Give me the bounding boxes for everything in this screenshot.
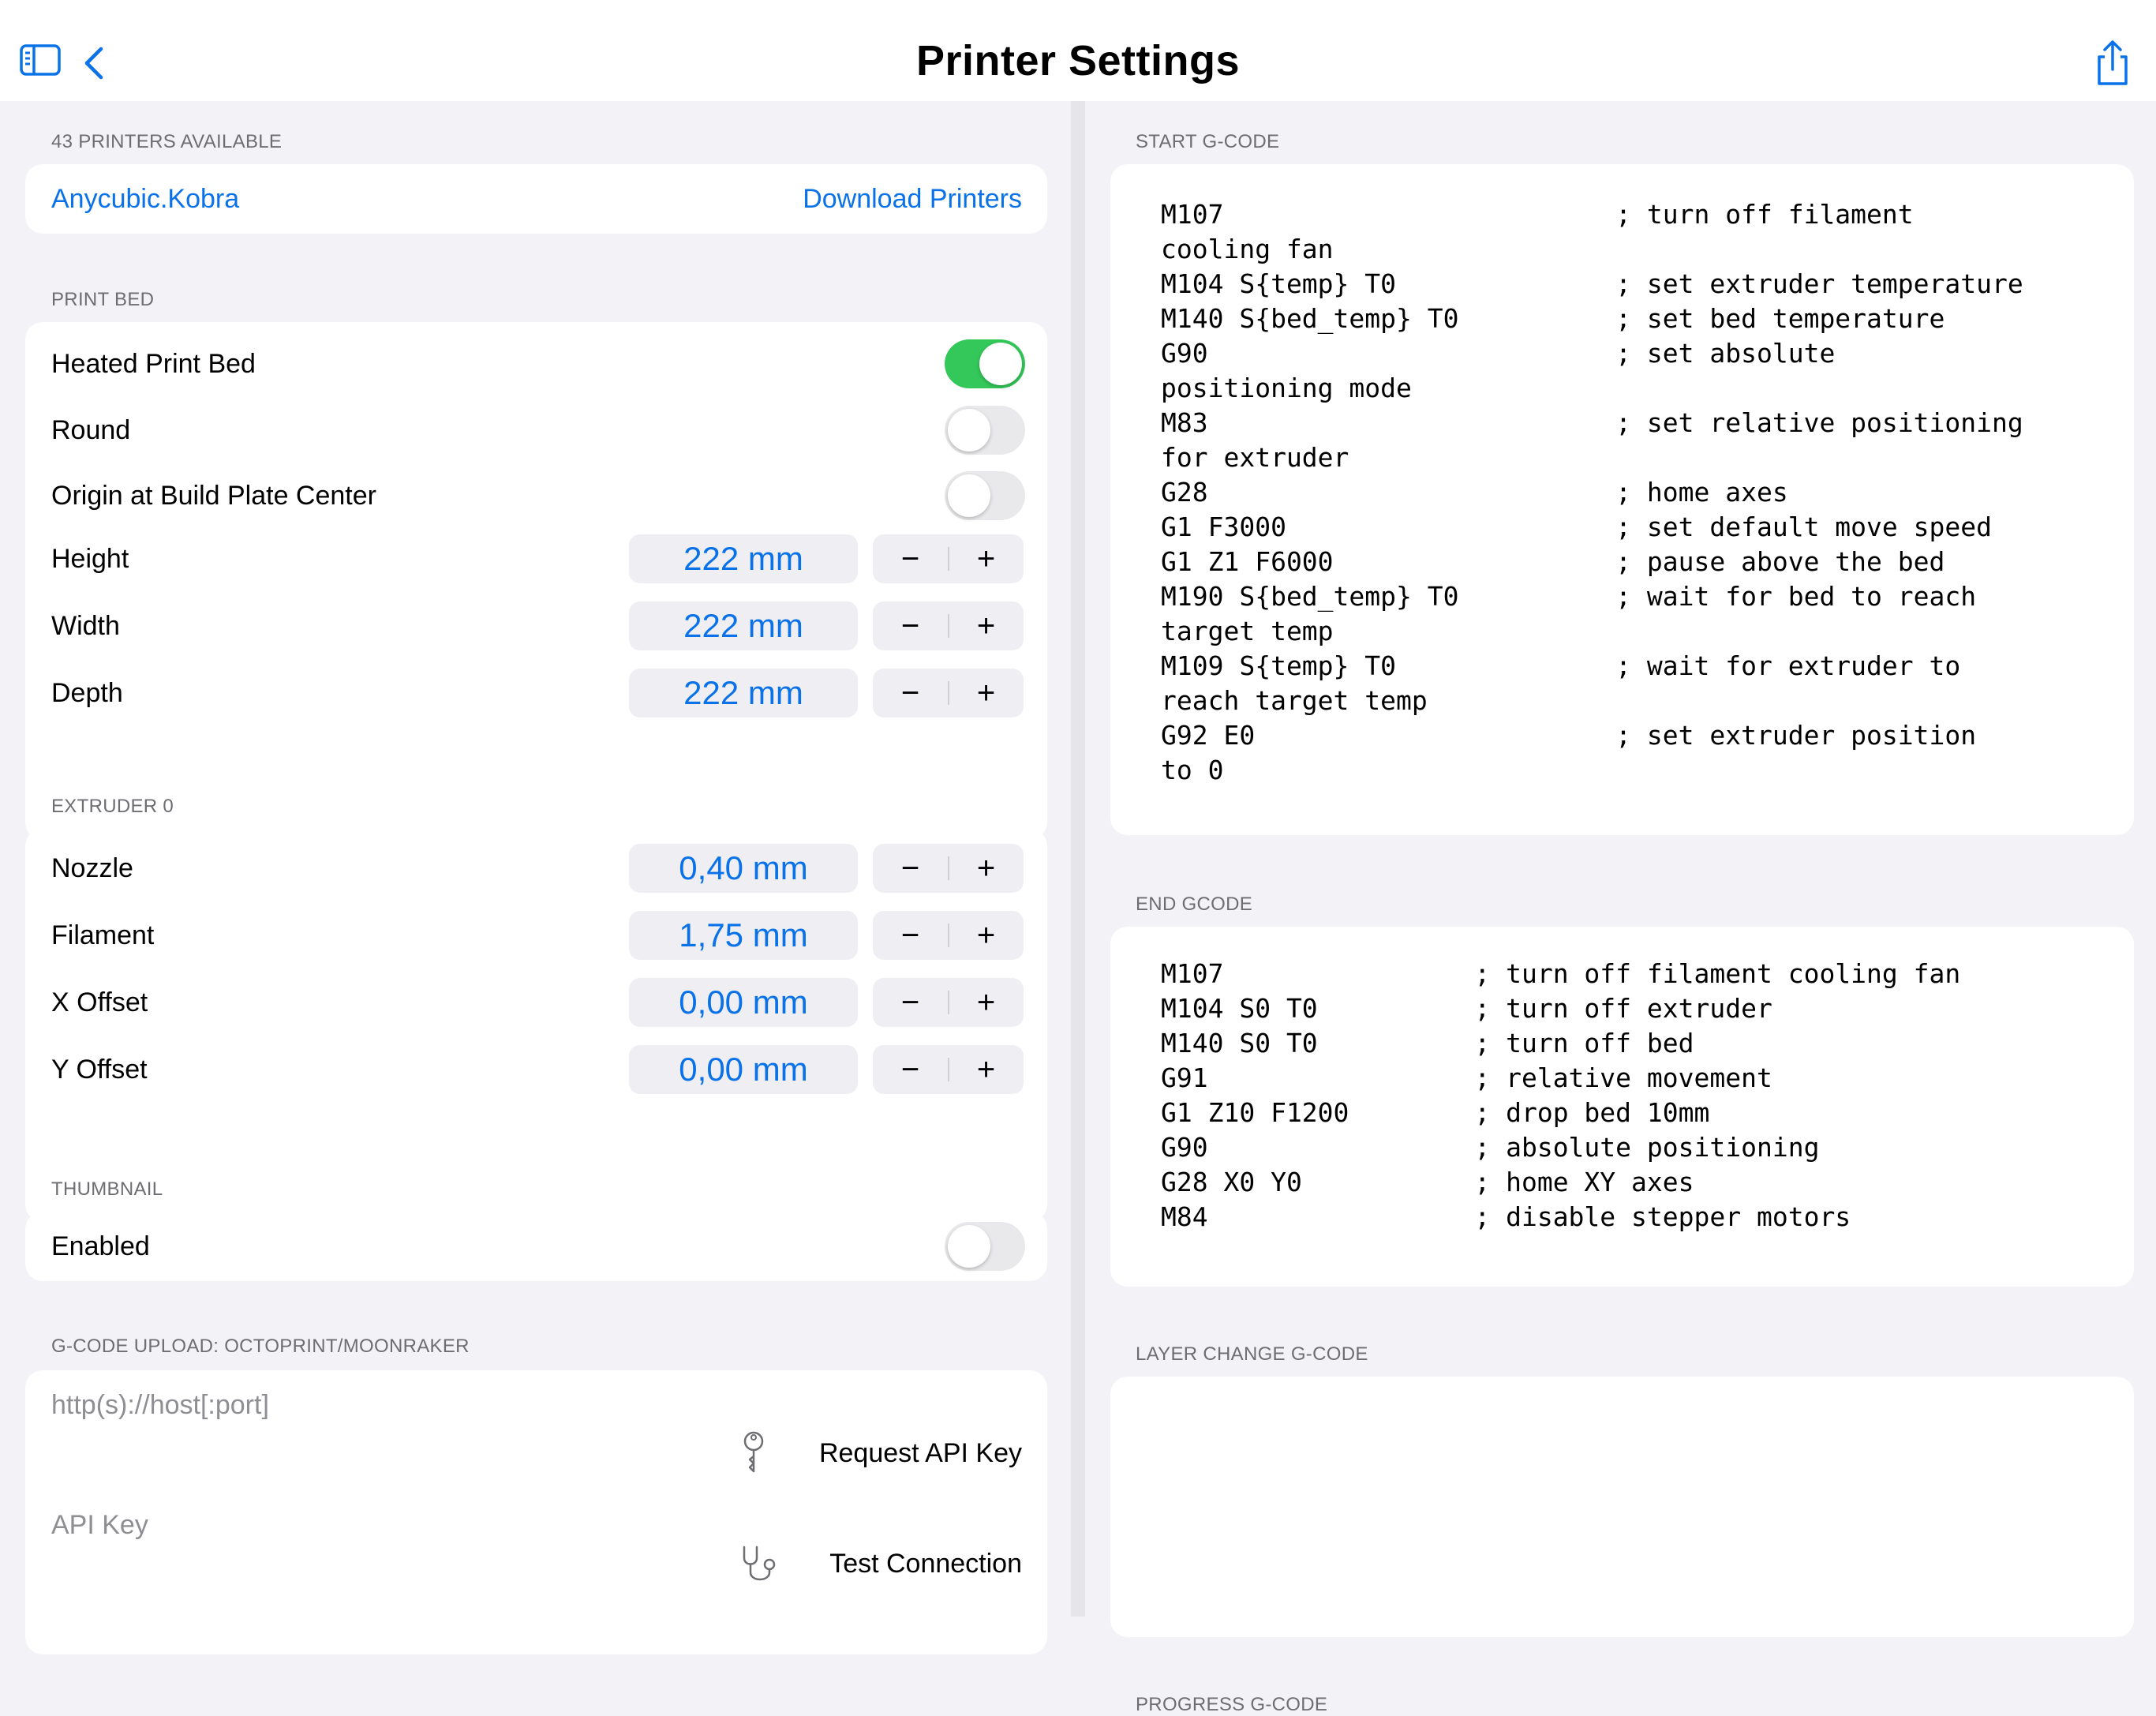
upload-card: http(s)://host[:port] Request API Key AP…	[25, 1370, 1047, 1654]
filament-row: Filament 1,75 mm − +	[25, 904, 1047, 967]
width-row: Width 222 mm − +	[25, 594, 1047, 658]
key-icon	[738, 1429, 769, 1482]
x-offset-decrement-button[interactable]: −	[873, 978, 948, 1027]
heated-print-bed-row: Heated Print Bed	[25, 332, 1047, 395]
thumbnail-card: Enabled	[25, 1212, 1047, 1281]
stethoscope-icon	[738, 1542, 785, 1590]
printers-card: Anycubic.Kobra Download Printers	[25, 164, 1047, 234]
round-row: Round	[25, 399, 1047, 462]
test-connection-button[interactable]: Test Connection	[738, 1536, 1022, 1591]
y-offset-label: Y Offset	[51, 1055, 148, 1085]
thumbnail-section-header: THUMBNAIL	[51, 1178, 163, 1200]
request-api-key-label: Request API Key	[818, 1438, 1022, 1468]
y-offset-decrement-button[interactable]: −	[873, 1045, 948, 1094]
y-offset-value-field[interactable]: 0,00 mm	[629, 1045, 858, 1094]
height-decrement-button[interactable]: −	[873, 534, 948, 583]
nozzle-value-field[interactable]: 0,40 mm	[629, 844, 858, 893]
filament-decrement-button[interactable]: −	[873, 911, 948, 960]
x-offset-row: X Offset 0,00 mm − +	[25, 971, 1047, 1034]
gcode-column: START G-CODE M107 ; turn off filament co…	[1085, 101, 2156, 1715]
start-gcode-section-header: START G-CODE	[1136, 131, 1280, 152]
print-bed-card: Heated Print Bed Round Origin at Build P…	[25, 322, 1047, 840]
api-key-input[interactable]: API Key	[51, 1490, 148, 1560]
nozzle-row: Nozzle 0,40 mm − +	[25, 837, 1047, 900]
split-divider[interactable]	[1071, 101, 1085, 1617]
share-icon[interactable]	[2093, 39, 2140, 87]
width-label: Width	[51, 611, 120, 641]
width-stepper: − +	[873, 601, 1024, 650]
thumbnail-enabled-toggle[interactable]	[945, 1222, 1025, 1271]
end-gcode-card[interactable]: M107 ; turn off filament cooling fan M10…	[1110, 927, 2134, 1287]
end-gcode-section-header: END GCODE	[1136, 894, 1253, 915]
height-value-field[interactable]: 222 mm	[629, 534, 858, 583]
x-offset-value-field[interactable]: 0,00 mm	[629, 978, 858, 1027]
x-offset-label: X Offset	[51, 987, 148, 1017]
width-decrement-button[interactable]: −	[873, 601, 948, 650]
selected-printer-link[interactable]: Anycubic.Kobra	[51, 164, 239, 234]
origin-center-row: Origin at Build Plate Center	[25, 464, 1047, 527]
thumbnail-enabled-label: Enabled	[51, 1231, 150, 1261]
height-increment-button[interactable]: +	[949, 534, 1024, 583]
y-offset-stepper: − +	[873, 1045, 1024, 1094]
x-offset-stepper: − +	[873, 978, 1024, 1027]
round-toggle[interactable]	[945, 406, 1025, 455]
progress-gcode-section-header: PROGRESS G-CODE	[1136, 1694, 1328, 1715]
depth-value-field[interactable]: 222 mm	[629, 669, 858, 717]
height-label: Height	[51, 544, 129, 574]
nozzle-stepper: − +	[873, 844, 1024, 893]
request-api-key-button[interactable]: Request API Key	[738, 1426, 1022, 1481]
navigation-bar: Printer Settings	[0, 0, 2156, 101]
upload-section-header: G-CODE UPLOAD: OCTOPRINT/MOONRAKER	[51, 1336, 470, 1357]
print-bed-section-header: PRINT BED	[51, 289, 155, 310]
nozzle-label: Nozzle	[51, 853, 133, 883]
origin-center-toggle[interactable]	[945, 471, 1025, 520]
extruder-section-header: EXTRUDER 0	[51, 796, 174, 817]
depth-decrement-button[interactable]: −	[873, 669, 948, 717]
depth-increment-button[interactable]: +	[949, 669, 1024, 717]
height-row: Height 222 mm − +	[25, 527, 1047, 590]
height-stepper: − +	[873, 534, 1024, 583]
printers-section-header: 43 PRINTERS AVAILABLE	[51, 131, 283, 152]
extruder-card: Nozzle 0,40 mm − + Filament 1,75 mm − + …	[25, 829, 1047, 1222]
nozzle-increment-button[interactable]: +	[949, 844, 1024, 893]
filament-stepper: − +	[873, 911, 1024, 960]
test-connection-label: Test Connection	[829, 1549, 1022, 1579]
layer-change-gcode-section-header: LAYER CHANGE G-CODE	[1136, 1343, 1368, 1365]
y-offset-row: Y Offset 0,00 mm − +	[25, 1038, 1047, 1101]
origin-center-label: Origin at Build Plate Center	[51, 481, 376, 511]
settings-column: 43 PRINTERS AVAILABLE Anycubic.Kobra Dow…	[0, 101, 1071, 1654]
round-label: Round	[51, 415, 131, 445]
width-value-field[interactable]: 222 mm	[629, 601, 858, 650]
layer-change-gcode-card[interactable]	[1110, 1377, 2134, 1637]
depth-row: Depth 222 mm − +	[25, 661, 1047, 725]
start-gcode-editor[interactable]: M107 ; turn off filament cooling fan M10…	[1161, 197, 2023, 788]
host-input[interactable]: http(s)://host[:port]	[51, 1370, 269, 1440]
thumbnail-enabled-row: Enabled	[25, 1215, 1047, 1278]
filament-value-field[interactable]: 1,75 mm	[629, 911, 858, 960]
filament-increment-button[interactable]: +	[949, 911, 1024, 960]
width-increment-button[interactable]: +	[949, 601, 1024, 650]
end-gcode-editor[interactable]: M107 ; turn off filament cooling fan M10…	[1161, 957, 1960, 1235]
filament-label: Filament	[51, 920, 155, 950]
page-title: Printer Settings	[915, 37, 1241, 84]
start-gcode-card[interactable]: M107 ; turn off filament cooling fan M10…	[1110, 164, 2134, 835]
y-offset-increment-button[interactable]: +	[949, 1045, 1024, 1094]
heated-print-bed-toggle[interactable]	[945, 339, 1025, 388]
nozzle-decrement-button[interactable]: −	[873, 844, 948, 893]
x-offset-increment-button[interactable]: +	[949, 978, 1024, 1027]
depth-stepper: − +	[873, 669, 1024, 717]
heated-print-bed-label: Heated Print Bed	[51, 349, 256, 379]
depth-label: Depth	[51, 678, 123, 708]
download-printers-button[interactable]: Download Printers	[803, 164, 1022, 234]
